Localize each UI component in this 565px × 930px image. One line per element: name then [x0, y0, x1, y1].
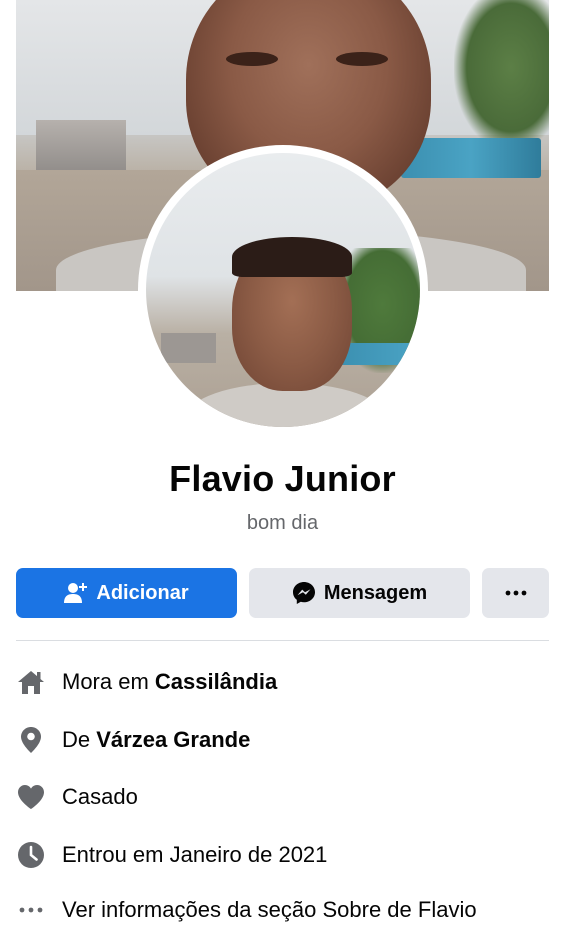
- add-friend-label: Adicionar: [96, 581, 189, 604]
- add-friend-icon: [64, 582, 88, 604]
- more-options-button[interactable]: [482, 568, 549, 618]
- avatar-house: [161, 333, 216, 363]
- detail-lives-in: Mora em Cassilândia: [16, 662, 277, 702]
- more-dots-icon: [16, 895, 46, 925]
- section-divider: [16, 640, 549, 641]
- cover-house: [36, 120, 126, 175]
- detail-from: De Várzea Grande: [16, 720, 250, 760]
- cover-eye-left: [226, 52, 278, 66]
- profile-name: Flavio Junior: [169, 458, 396, 499]
- add-friend-button[interactable]: Adicionar: [16, 568, 237, 618]
- detail-joined-text: Entrou em Janeiro de 2021: [62, 842, 328, 867]
- profile-photo: [146, 153, 420, 427]
- cover-eye-right: [336, 52, 388, 66]
- more-options-icon: [505, 590, 527, 596]
- profile-avatar[interactable]: [138, 145, 428, 435]
- detail-lives-in-value[interactable]: Cassilândia: [155, 669, 277, 695]
- profile-bio: bom dia: [246, 512, 319, 534]
- location-pin-icon: [16, 725, 46, 755]
- home-icon: [16, 667, 46, 697]
- see-about-text: Ver informações da seção Sobre de Flavio: [62, 897, 477, 922]
- message-button[interactable]: Mensagem: [249, 568, 470, 618]
- detail-relationship-text: Casado: [62, 784, 138, 809]
- detail-relationship: Casado: [16, 777, 138, 817]
- message-label: Mensagem: [323, 581, 428, 604]
- clock-icon: [16, 840, 46, 870]
- detail-lives-in-prefix: Mora em: [62, 669, 155, 694]
- cover-tree: [454, 0, 549, 150]
- heart-icon: [16, 782, 46, 812]
- detail-from-prefix: De: [62, 727, 97, 752]
- messenger-icon: [292, 581, 316, 605]
- see-about-link[interactable]: Ver informações da seção Sobre de Flavio: [16, 890, 477, 930]
- detail-from-value[interactable]: Várzea Grande: [96, 727, 250, 753]
- detail-joined: Entrou em Janeiro de 2021: [16, 835, 327, 875]
- avatar-hair: [232, 237, 352, 277]
